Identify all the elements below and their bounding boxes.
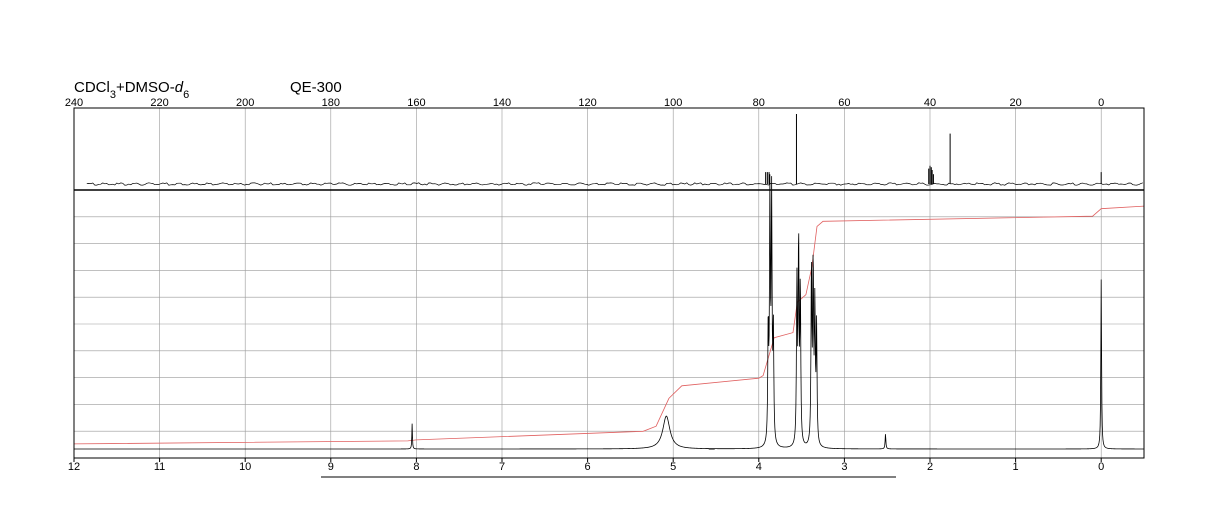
proton-axis: 12 11 10 9 8 7 6 5 4 3 2 1 0 bbox=[68, 458, 1104, 473]
h1-trace-line bbox=[74, 174, 1144, 450]
h1-tick-label: 9 bbox=[328, 461, 334, 473]
h1-tick-label: 6 bbox=[585, 461, 591, 473]
h1-tick-label: 8 bbox=[413, 461, 419, 473]
c13-tick-label: 20 bbox=[1009, 97, 1021, 109]
c13-tick-label: 0 bbox=[1098, 97, 1104, 109]
h1-tick-label: 2 bbox=[927, 461, 933, 473]
plot-frame bbox=[73, 107, 1145, 459]
h1-tick-label: 12 bbox=[68, 461, 80, 473]
c13-tick-label: 160 bbox=[407, 97, 425, 109]
c13-tick-label: 200 bbox=[236, 97, 254, 109]
h1-integral-curve bbox=[73, 205, 1145, 445]
h1-tick-label: 0 bbox=[1098, 461, 1104, 473]
nmr-spectrum-figure: CDCl3+DMSO-d6 QE-300 240 220 200 180 160 140 1… bbox=[65, 79, 1145, 478]
instrument-label: QE-300 bbox=[290, 79, 342, 96]
c13-tick-label: 80 bbox=[753, 97, 765, 109]
c13-tick-label: 120 bbox=[578, 97, 596, 109]
h1-tick-label: 10 bbox=[239, 461, 251, 473]
c13-tick-label: 240 bbox=[65, 97, 83, 109]
solvent-label: CDCl3+DMSO-d6 bbox=[74, 79, 189, 101]
proton-grid bbox=[73, 108, 1144, 458]
carbon-axis: 240 220 200 180 160 140 120 100 80 60 40 20 0 bbox=[65, 97, 1104, 109]
h1-tick-label: 5 bbox=[670, 461, 676, 473]
c13-tick-label: 180 bbox=[322, 97, 340, 109]
proton-integral bbox=[73, 205, 1145, 445]
h1-tick-label: 3 bbox=[841, 461, 847, 473]
c13-tick-label: 220 bbox=[150, 97, 168, 109]
h1-tick-label: 1 bbox=[1013, 461, 1019, 473]
c13-tick-label: 40 bbox=[924, 97, 936, 109]
proton-trace bbox=[74, 174, 1144, 450]
c13-tick-label: 60 bbox=[838, 97, 850, 109]
c13-tick-label: 140 bbox=[493, 97, 511, 109]
h1-tick-label: 7 bbox=[499, 461, 505, 473]
c13-tick-label: 100 bbox=[664, 97, 682, 109]
h1-tick-label: 4 bbox=[756, 461, 762, 473]
h1-tick-label: 11 bbox=[154, 461, 165, 473]
